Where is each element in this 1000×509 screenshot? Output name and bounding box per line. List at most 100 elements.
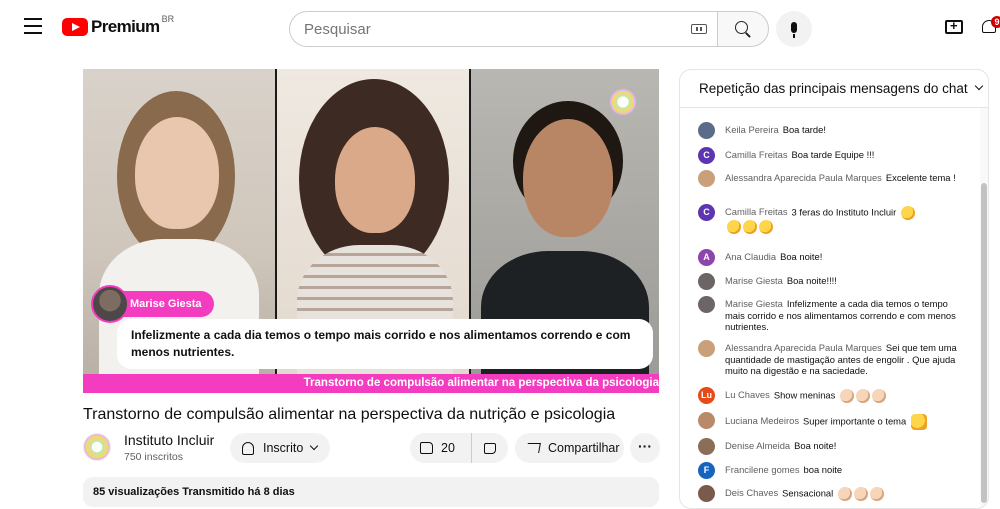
clapping-emoji-icon bbox=[871, 389, 886, 403]
logo-text: Premium bbox=[91, 17, 160, 36]
bell-icon bbox=[242, 441, 254, 455]
subscriber-count: 750 inscritos bbox=[124, 451, 183, 463]
search-placeholder: Pesquisar bbox=[304, 20, 371, 38]
chat-author[interactable]: Marise Giesta bbox=[725, 298, 783, 309]
menu-icon[interactable] bbox=[24, 18, 42, 34]
channel-avatar[interactable] bbox=[83, 433, 111, 461]
chat-author[interactable]: Alessandra Aparecida Paula Marques bbox=[725, 172, 882, 183]
chevron-down-icon bbox=[974, 81, 983, 91]
subscribed-label: Inscrito bbox=[263, 441, 304, 455]
chat-avatar[interactable]: F bbox=[698, 462, 715, 479]
chat-text: Boa tarde! bbox=[782, 124, 826, 135]
chat-author[interactable]: Francilene gomes bbox=[725, 464, 800, 475]
chat-text: Boa tarde Equipe !!! bbox=[791, 149, 875, 160]
chat-avatar[interactable]: A bbox=[698, 249, 715, 266]
person-face bbox=[335, 127, 415, 233]
chat-author[interactable]: Camilla Freitas bbox=[725, 149, 788, 160]
more-actions-button[interactable]: ··· bbox=[630, 433, 660, 463]
chat-avatar[interactable] bbox=[698, 340, 715, 357]
chat-author[interactable]: Denise Almeida bbox=[725, 440, 790, 451]
chat-scrollbar-thumb[interactable] bbox=[981, 183, 987, 503]
chat-text: Boa noite!!!! bbox=[786, 275, 837, 286]
chat-avatar[interactable] bbox=[698, 296, 715, 313]
caption-text: Infelizmente a cada dia temos o tempo ma… bbox=[117, 319, 653, 369]
chat-text: Excelente tema ! bbox=[885, 172, 956, 183]
search-input[interactable]: Pesquisar bbox=[289, 11, 717, 47]
search-icon bbox=[734, 20, 748, 34]
chat-avatar[interactable]: C bbox=[698, 204, 715, 221]
thumbs-up-emoji-icon bbox=[910, 414, 927, 430]
instituto-incluir-watermark bbox=[610, 89, 636, 115]
chat-author[interactable]: Alessandra Aparecida Paula Marques bbox=[725, 342, 882, 353]
dislike-button[interactable] bbox=[472, 433, 508, 463]
logo-region: BR bbox=[161, 14, 175, 24]
chat-message: Marise Giesta Boa noite!!!! bbox=[698, 273, 970, 290]
share-icon bbox=[526, 443, 541, 453]
chat-text: Boa noite! bbox=[780, 251, 823, 262]
chat-text: 3 feras do Instituto Incluir bbox=[791, 206, 897, 218]
chat-scrollbar[interactable] bbox=[980, 108, 988, 508]
subscribed-button[interactable]: Inscrito bbox=[230, 433, 330, 463]
clapping-emoji-icon bbox=[853, 487, 868, 501]
chevron-down-icon bbox=[310, 441, 319, 451]
chat-author[interactable]: Keila Pereira bbox=[725, 124, 779, 135]
clapping-emoji-icon bbox=[855, 389, 870, 403]
like-button[interactable]: 20 bbox=[410, 433, 472, 463]
live-chat-replay: Repetição das principais mensagens do ch… bbox=[679, 69, 989, 509]
search-button[interactable] bbox=[717, 11, 769, 47]
clapping-emoji-icon bbox=[743, 220, 757, 234]
clapping-emoji-icon bbox=[839, 389, 854, 403]
chat-text: boa noite bbox=[803, 464, 843, 475]
share-button[interactable]: Compartilhar bbox=[515, 433, 624, 463]
create-video-icon[interactable] bbox=[945, 18, 963, 34]
keyboard-icon[interactable] bbox=[691, 24, 707, 34]
chat-text: Super importante o tema bbox=[803, 415, 907, 427]
chat-avatar[interactable] bbox=[698, 273, 715, 290]
chat-message: Lu Lu Chaves Show meninas bbox=[698, 387, 970, 404]
channel-name[interactable]: Instituto Incluir bbox=[124, 432, 214, 448]
microphone-icon bbox=[791, 21, 797, 38]
chat-avatar[interactable]: C bbox=[698, 147, 715, 164]
video-player[interactable]: Marise Giesta Infelizmente a cada dia te… bbox=[83, 69, 659, 393]
clapping-emoji-icon bbox=[727, 220, 741, 234]
description-box[interactable]: 85 visualizações Transmitido há 8 dias bbox=[83, 477, 659, 507]
chat-avatar[interactable] bbox=[698, 122, 715, 139]
top-bar: Premium BR Pesquisar 9 bbox=[0, 0, 1000, 56]
like-dislike-group: 20 bbox=[410, 433, 508, 463]
chat-mode-selector[interactable]: Repetição das principais mensagens do ch… bbox=[680, 70, 988, 108]
chat-header-title: Repetição das principais mensagens do ch… bbox=[699, 81, 968, 96]
chat-author[interactable]: Ana Claudia bbox=[725, 251, 776, 262]
clapping-emoji-icon bbox=[900, 206, 915, 220]
notifications-button[interactable]: 9 bbox=[982, 16, 1000, 36]
chat-message: F Francilene gomes boa noite bbox=[698, 462, 970, 479]
chat-author[interactable]: Lu Chaves bbox=[725, 389, 770, 400]
chat-author[interactable]: Luciana Medeiros bbox=[725, 415, 799, 426]
clapping-emoji-icon bbox=[869, 487, 884, 501]
share-label: Compartilhar bbox=[548, 441, 620, 455]
chat-avatar[interactable]: Lu bbox=[698, 387, 715, 404]
youtube-premium-logo[interactable]: Premium BR bbox=[62, 14, 175, 38]
thumbs-up-icon bbox=[420, 442, 433, 454]
chat-avatar[interactable] bbox=[698, 412, 715, 429]
like-count: 20 bbox=[441, 441, 455, 455]
chat-author[interactable]: Camilla Freitas bbox=[725, 206, 788, 217]
chat-message: A Ana Claudia Boa noite! bbox=[698, 249, 970, 266]
play-logo-icon bbox=[62, 18, 88, 36]
clapping-emoji-icon bbox=[759, 220, 773, 234]
chat-author[interactable]: Marise Giesta bbox=[725, 275, 783, 286]
speaker-avatar bbox=[91, 285, 129, 323]
notification-badge: 9 bbox=[991, 16, 1000, 28]
chat-message: Luciana Medeiros Super importante o tema bbox=[698, 412, 970, 430]
chat-message: Keila Pereira Boa tarde! bbox=[698, 122, 970, 139]
chat-avatar[interactable] bbox=[698, 438, 715, 455]
person-face bbox=[523, 119, 613, 237]
voice-search-button[interactable] bbox=[776, 11, 812, 47]
chat-message: Marise Giesta Infelizmente a cada dia tem… bbox=[698, 296, 970, 333]
clapping-emoji-icon bbox=[837, 487, 852, 501]
chat-message: C Camilla Freitas Boa tarde Equipe !!! bbox=[698, 147, 970, 164]
chat-avatar[interactable] bbox=[698, 170, 715, 187]
view-stats: 85 visualizações Transmitido há 8 dias bbox=[93, 486, 295, 498]
chat-avatar[interactable] bbox=[698, 485, 715, 502]
chat-message: Denise Almeida Boa noite! bbox=[698, 438, 970, 455]
thumbs-down-icon bbox=[484, 442, 496, 454]
